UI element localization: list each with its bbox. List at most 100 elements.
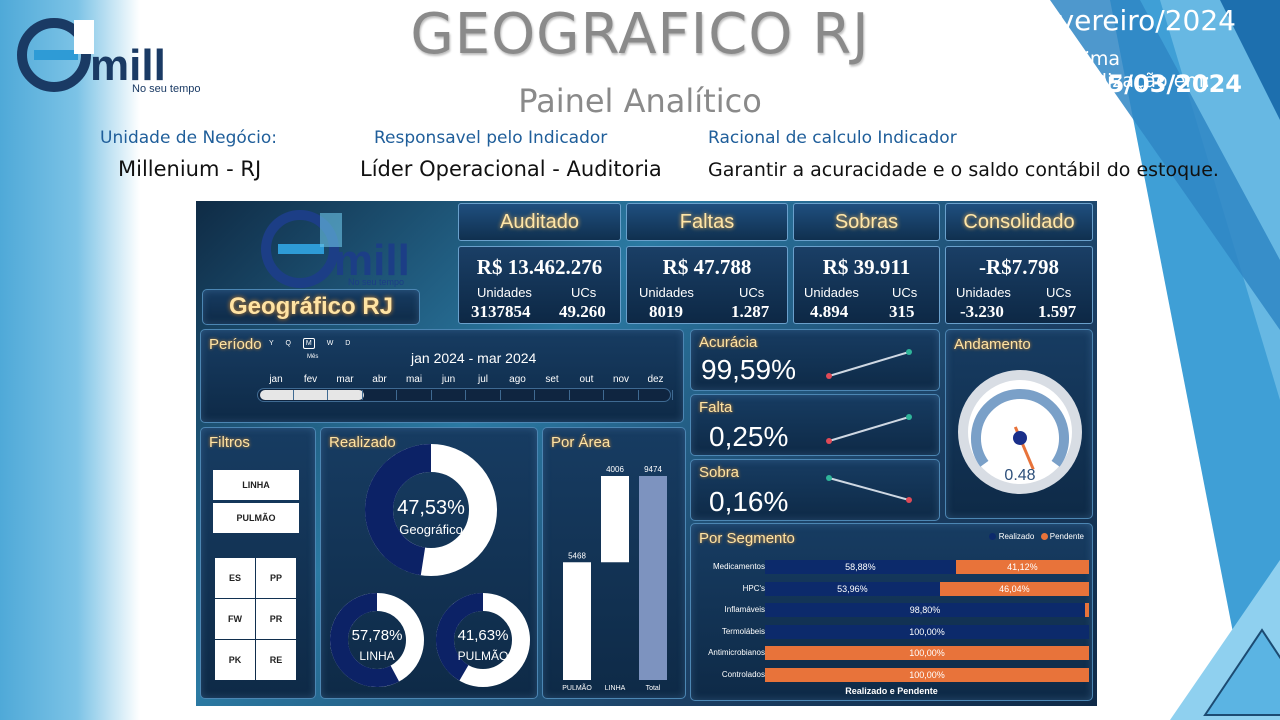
- filter-es-button[interactable]: ES: [215, 558, 255, 598]
- rationale-value: Garantir a acuracidade e o saldo contábi…: [708, 159, 1219, 181]
- month-label[interactable]: mar: [328, 374, 362, 385]
- trend-sparkline: [826, 349, 912, 379]
- timeline-cell[interactable]: [467, 390, 501, 400]
- kpi-ucs-label: UCs: [739, 285, 765, 300]
- kpi-consolidado-title: Consolidado: [945, 203, 1093, 241]
- kpi-units-label: Unidades: [804, 285, 859, 300]
- area-bar-value: 4006: [606, 465, 624, 474]
- timeline-cell[interactable]: [295, 390, 328, 400]
- level-month[interactable]: M: [302, 338, 315, 349]
- periodo-level-selector[interactable]: Y Q M W D: [269, 338, 350, 349]
- donut-label: LINHA: [359, 649, 394, 663]
- area-category-label: PULMÃO: [562, 683, 592, 692]
- timeline-cell[interactable]: [502, 390, 535, 400]
- segment-bar-pendente[interactable]: 41,12%: [955, 560, 1089, 574]
- month-label[interactable]: abr: [363, 374, 397, 385]
- kpi-units-label: Unidades: [639, 285, 694, 300]
- dashboard-logo-tagline: No seu tempo: [348, 277, 404, 287]
- dashboard-logo: mill No seu tempo: [261, 210, 410, 288]
- kpi-value: R$ 47.788: [662, 255, 752, 279]
- month-label[interactable]: jun: [432, 374, 466, 385]
- kpi-sobras-title: Sobras: [793, 203, 940, 241]
- filter-pr-button[interactable]: PR: [256, 599, 296, 639]
- month-label[interactable]: jul: [466, 374, 500, 385]
- level-year[interactable]: Y: [269, 340, 274, 347]
- segment-bar-pendente[interactable]: [1085, 603, 1089, 617]
- segment-footer: Realizado e Pendente: [845, 686, 938, 696]
- donut-value: 47,53%: [397, 497, 465, 519]
- metric-value: 0,16%: [709, 486, 789, 517]
- segment-bar-pendente[interactable]: 100,00%: [765, 667, 1089, 682]
- filtros-panel: Filtros LINHA PULMÃO ES PP FW PR PK RE: [200, 427, 316, 699]
- month-label[interactable]: nov: [604, 374, 638, 385]
- periodo-range: jan 2024 - mar 2024: [411, 350, 537, 366]
- filter-re-button[interactable]: RE: [256, 640, 296, 680]
- level-week[interactable]: W: [327, 340, 334, 347]
- segment-bar-realizado[interactable]: 58,88%: [765, 560, 956, 574]
- por-area-chart: 5468 PULMÃO 4006 LINHA 9474 Total: [562, 465, 667, 692]
- periodo-slicer[interactable]: Período Y Q M W D Mês jan 2024 - mar 202…: [200, 329, 684, 423]
- segment-label: Medicamentos: [712, 562, 765, 571]
- segment-bar-realizado[interactable]: 98,80%: [765, 603, 1086, 617]
- kpi-faltas-title: Faltas: [626, 203, 788, 241]
- metric-value: 0,25%: [709, 421, 789, 452]
- segment-bar-pendente[interactable]: 100,00%: [765, 646, 1089, 660]
- timeline-cell[interactable]: [571, 390, 604, 400]
- area-bar: [639, 476, 667, 680]
- area-category-label: LINHA: [605, 685, 626, 692]
- filter-fw-button[interactable]: FW: [215, 599, 255, 639]
- segment-label: Termolábeis: [721, 626, 765, 636]
- level-day[interactable]: D: [345, 340, 350, 347]
- reference-period: Fevereiro/2024: [1025, 4, 1236, 37]
- area-bar-value: 9474: [644, 465, 662, 474]
- timeline-cell[interactable]: [329, 390, 363, 400]
- sparkline-end-point: [906, 349, 912, 355]
- filter-linha-button[interactable]: LINHA: [213, 470, 299, 500]
- segment-label: Inflamáveis: [724, 605, 765, 614]
- timeline-cell[interactable]: [398, 390, 432, 400]
- kpi-ucs-value: 1.287: [731, 302, 770, 321]
- kpi-value: R$ 13.462.276: [476, 255, 603, 279]
- segment-bar-realizado[interactable]: 100,00%: [765, 624, 1089, 639]
- filter-pp-button[interactable]: PP: [256, 558, 296, 598]
- timeline-cell[interactable]: [433, 390, 466, 400]
- sparkline-start-point: [826, 475, 832, 481]
- segment-label: HPC's: [742, 583, 765, 593]
- timeline-track[interactable]: [257, 388, 673, 402]
- sparkline-end-point: [906, 497, 912, 503]
- metric-title: Acurácia: [699, 334, 758, 351]
- area-bar: [601, 476, 629, 563]
- responsible-label: Responsavel pelo Indicador: [374, 128, 608, 148]
- timeline-cell[interactable]: [536, 390, 570, 400]
- timeline-cell[interactable]: [364, 390, 397, 400]
- segment-bar-realizado[interactable]: 53,96%: [765, 581, 940, 596]
- segment-label: Controlados: [721, 669, 765, 679]
- kpi-units-value: -3.230: [960, 302, 1004, 321]
- month-label[interactable]: out: [570, 374, 604, 385]
- rationale-label: Racional de calculo Indicador: [708, 128, 957, 148]
- month-label[interactable]: mai: [397, 374, 431, 385]
- kpi-auditado-card: R$ 13.462.276 Unidades UCs 3137854 49.26…: [458, 246, 621, 324]
- month-label[interactable]: fev: [294, 374, 328, 385]
- timeline-cell[interactable]: [605, 390, 639, 400]
- month-label[interactable]: set: [535, 374, 569, 385]
- sparkline-start-point: [826, 438, 832, 444]
- area-bar-value: 5468: [568, 551, 586, 560]
- filter-pk-button[interactable]: PK: [215, 640, 255, 680]
- month-label[interactable]: dez: [639, 374, 673, 385]
- metric-falta: Falta 0,25%: [690, 394, 940, 456]
- level-quarter[interactable]: Q: [286, 340, 291, 347]
- month-label[interactable]: ago: [501, 374, 535, 385]
- kpi-sobras-card: R$ 39.911 Unidades UCs 4.894 315: [793, 246, 940, 324]
- legend-realizado-marker: [989, 533, 997, 541]
- month-label[interactable]: jan: [259, 374, 293, 385]
- kpi-units-label: Unidades: [956, 285, 1011, 300]
- segment-bar-pendente[interactable]: 46,04%: [939, 581, 1089, 596]
- filter-pulmao-button[interactable]: PULMÃO: [213, 503, 299, 533]
- legend-pendente-marker: [1040, 533, 1048, 541]
- andamento-gauge: 0.48: [958, 370, 1082, 494]
- timeline-cell[interactable]: [640, 390, 673, 400]
- timeline-cell[interactable]: [260, 390, 294, 400]
- responsible-value: Líder Operacional - Auditoria: [360, 157, 662, 181]
- legend-realizado-label: Realizado: [998, 532, 1035, 541]
